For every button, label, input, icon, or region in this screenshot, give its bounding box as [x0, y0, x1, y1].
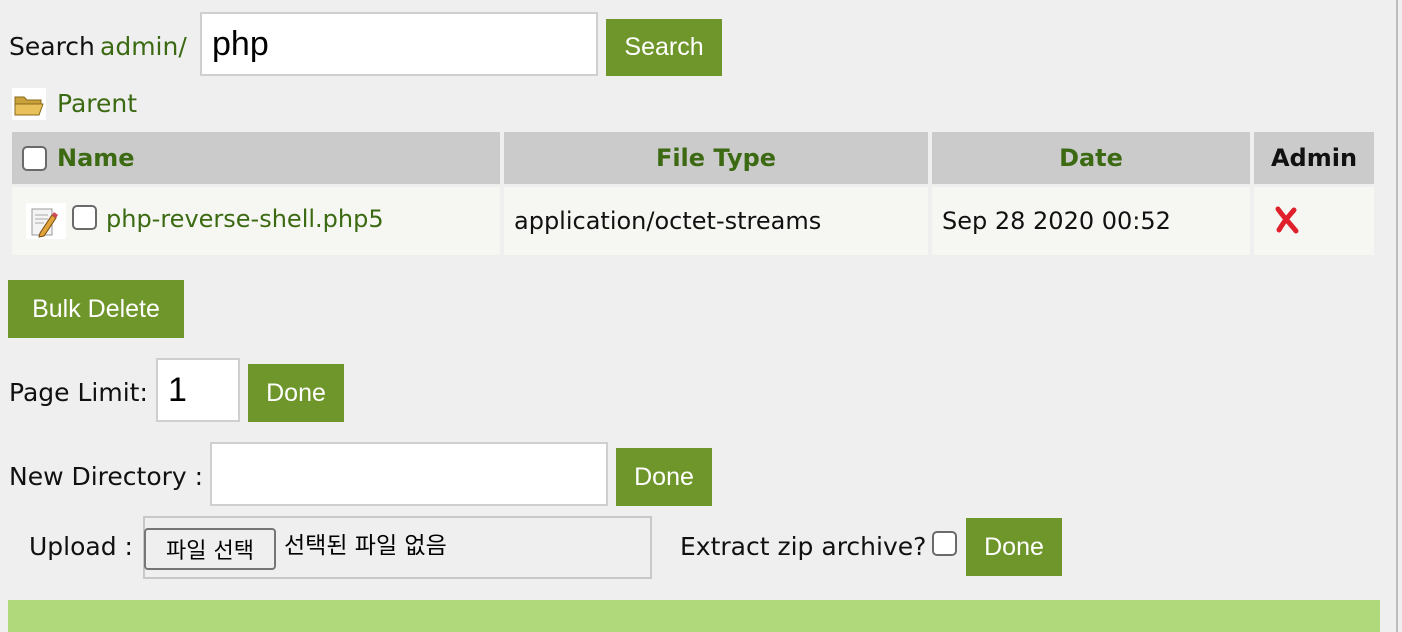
page-limit-value: 1: [168, 370, 187, 409]
search-label: Search: [9, 32, 95, 61]
no-file-selected-text: 선택된 파일 없음: [284, 533, 447, 559]
search-input-value: php: [212, 24, 269, 63]
search-input[interactable]: php: [200, 12, 598, 76]
breadcrumb-admin-link[interactable]: admin/: [100, 32, 187, 62]
row-select-checkbox[interactable]: [72, 205, 97, 230]
extract-zip-checkbox[interactable]: [932, 531, 957, 556]
file-type-value: application/octet-streams: [514, 207, 822, 235]
file-type-cell: application/octet-streams: [504, 187, 928, 255]
page-limit-input[interactable]: 1: [156, 358, 240, 422]
edit-file-icon[interactable]: [26, 203, 66, 239]
new-directory-input[interactable]: [210, 442, 608, 506]
delete-x-icon[interactable]: [1272, 205, 1302, 235]
column-header-name: Name: [12, 132, 500, 184]
upload-done-button[interactable]: Done: [966, 518, 1062, 576]
content-right-border: [1396, 0, 1398, 632]
date-value: Sep 28 2020 00:52: [942, 207, 1171, 235]
table-row: php-reverse-shell.php5: [12, 187, 500, 255]
admin-cell: [1254, 187, 1374, 255]
file-manager-page: Search admin/ php Search Parent Name Fil…: [0, 0, 1402, 632]
bulk-delete-button[interactable]: Bulk Delete: [8, 280, 184, 338]
sort-by-type-link[interactable]: File Type: [656, 144, 776, 172]
search-button[interactable]: Search: [606, 19, 722, 76]
column-header-file-type: File Type: [504, 132, 928, 184]
extract-zip-label: Extract zip archive?: [680, 532, 927, 561]
upload-label: Upload :: [29, 532, 133, 561]
page-limit-label: Page Limit:: [9, 378, 148, 407]
sort-by-name-link[interactable]: Name: [57, 144, 135, 172]
date-cell: Sep 28 2020 00:52: [932, 187, 1250, 255]
choose-file-button[interactable]: 파일 선택: [144, 528, 276, 570]
parent-link[interactable]: Parent: [57, 89, 137, 119]
status-message-bar: [8, 600, 1380, 632]
select-all-checkbox[interactable]: [22, 145, 47, 171]
page-limit-done-button[interactable]: Done: [248, 364, 344, 422]
sort-by-date-link[interactable]: Date: [1059, 144, 1123, 172]
file-name-link[interactable]: php-reverse-shell.php5: [106, 205, 384, 233]
folder-open-icon[interactable]: [12, 88, 46, 120]
new-directory-label: New Directory :: [9, 462, 204, 491]
column-header-admin: Admin: [1254, 132, 1374, 184]
new-directory-done-button[interactable]: Done: [616, 448, 712, 506]
column-header-date: Date: [932, 132, 1250, 184]
